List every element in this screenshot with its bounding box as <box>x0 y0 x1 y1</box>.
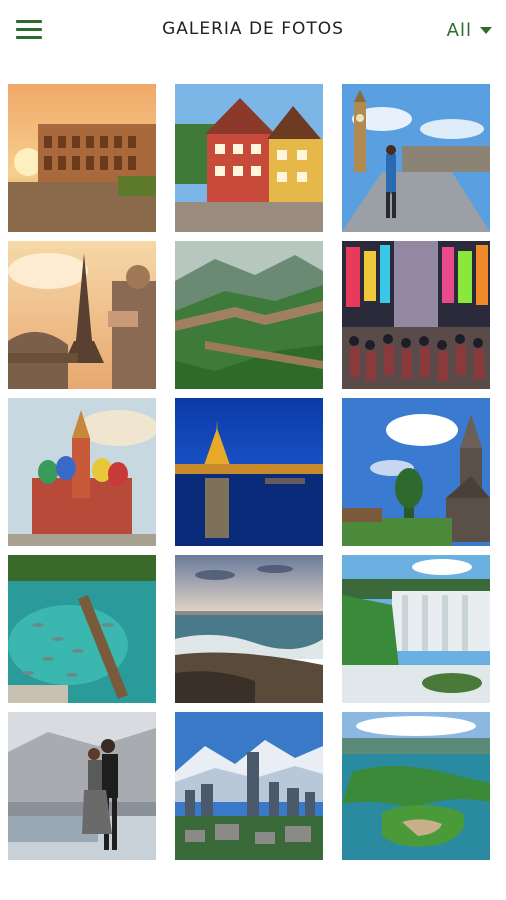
timbered-houses-photo <box>175 84 323 232</box>
app-header: GALERIA DE FOTOS All <box>0 0 506 60</box>
photo-tile-big-ben[interactable] <box>342 84 490 232</box>
photo-tile-beach[interactable] <box>175 555 323 703</box>
photo-tile-tango[interactable] <box>8 712 156 860</box>
clear-lake-photo <box>8 555 156 703</box>
big-ben-photo <box>342 84 490 232</box>
lake-islands-photo <box>342 712 490 860</box>
thai-temple-photo <box>175 398 323 546</box>
page-title: GALERIA DE FOTOS <box>162 19 344 39</box>
photo-tile-great-wall[interactable] <box>175 241 323 389</box>
photo-tile-eiffel[interactable] <box>8 241 156 389</box>
photo-tile-city-mountains[interactable] <box>175 712 323 860</box>
great-wall-photo <box>175 241 323 389</box>
photo-tile-wooden-church[interactable] <box>342 398 490 546</box>
caret-down-icon <box>480 26 492 34</box>
waterfalls-photo <box>342 555 490 703</box>
filter-dropdown[interactable]: All <box>447 18 492 42</box>
neon-street-photo <box>342 241 490 389</box>
wooden-church-photo <box>342 398 490 546</box>
photo-tile-lake-islands[interactable] <box>342 712 490 860</box>
photo-tile-thai-temple[interactable] <box>175 398 323 546</box>
photo-tile-neon-street[interactable] <box>342 241 490 389</box>
city-mountains-photo <box>175 712 323 860</box>
photo-tile-saint-basils[interactable] <box>8 398 156 546</box>
tango-photo <box>8 712 156 860</box>
colosseum-photo <box>8 84 156 232</box>
saint-basils-photo <box>8 398 156 546</box>
photo-tile-waterfalls[interactable] <box>342 555 490 703</box>
photo-tile-colosseum[interactable] <box>8 84 156 232</box>
beach-photo <box>175 555 323 703</box>
photo-tile-clear-lake[interactable] <box>8 555 156 703</box>
photo-tile-timbered-houses[interactable] <box>175 84 323 232</box>
eiffel-photo <box>8 241 156 389</box>
filter-label: All <box>446 19 472 41</box>
photo-grid <box>8 84 492 860</box>
